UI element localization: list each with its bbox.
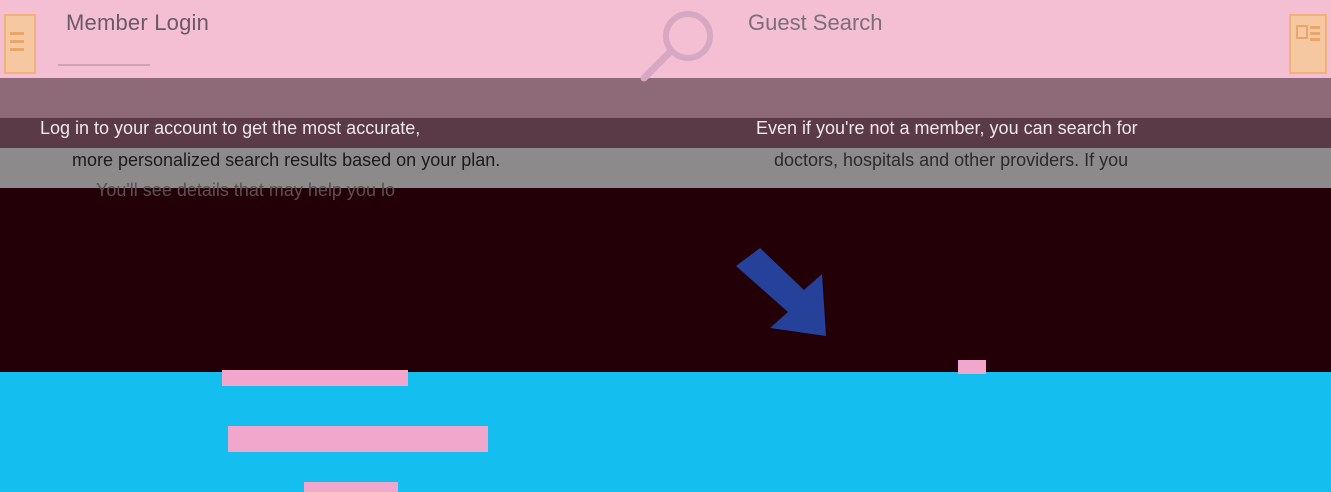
search-icon [640,11,713,82]
member-description-line-1: Log in to your account to get the most a… [40,118,421,138]
header-subband [0,78,1331,118]
grid-icon[interactable] [1289,14,1327,74]
grid-icon-glyph [1296,25,1320,41]
member-description-line-3: You'll see details that may help you lo [96,180,395,200]
arrow-down-right-icon [736,248,826,336]
menu-icon[interactable] [4,14,36,74]
guest-search-title[interactable]: Guest Search [748,10,883,36]
guest-search-button[interactable] [958,360,986,374]
menu-icon-glyph [10,32,24,51]
member-login-title[interactable]: Member Login [66,10,209,36]
member-tab-underline [58,64,150,66]
find-provider-link[interactable] [228,426,488,452]
footer-button[interactable] [304,482,398,492]
member-login-button[interactable] [222,370,408,386]
member-description-line-2: more personalized search results based o… [72,150,501,170]
action-area [0,372,1331,492]
guest-description-line-2: doctors, hospitals and other providers. … [774,150,1129,170]
guest-description-line-1: Even if you're not a member, you can sea… [756,118,1138,138]
content-area [0,188,1331,372]
